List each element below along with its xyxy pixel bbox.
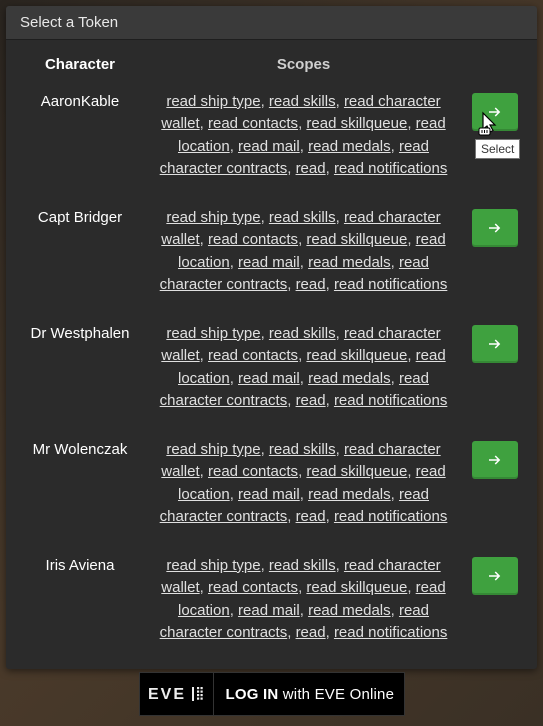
scopes-cell: read ship type, read skills, read charac… xyxy=(144,555,463,645)
eve-logo: EVE xyxy=(140,673,214,715)
select-button[interactable] xyxy=(472,325,518,363)
svg-text:EVE: EVE xyxy=(148,686,186,703)
scope-link[interactable]: read skills xyxy=(269,209,336,226)
arrow-right-icon xyxy=(486,335,504,353)
scope-link[interactable]: read notifications xyxy=(334,276,447,293)
scope-link[interactable]: read notifications xyxy=(334,392,447,409)
table-row: AaronKableread ship type, read skills, r… xyxy=(16,91,527,181)
scope-link[interactable]: read ship type xyxy=(166,441,260,458)
scope-link[interactable]: read notifications xyxy=(334,624,447,641)
table-header: Character Scopes xyxy=(16,54,527,77)
scope-link[interactable]: read mail xyxy=(238,602,300,619)
character-name: Dr Westphalen xyxy=(16,323,144,344)
arrow-right-icon xyxy=(486,567,504,585)
scope-link[interactable]: read contacts xyxy=(208,463,298,480)
scopes-cell: read ship type, read skills, read charac… xyxy=(144,439,463,529)
scope-link[interactable]: read skillqueue xyxy=(306,231,407,248)
login-text: LOG IN with EVE Online xyxy=(214,673,404,715)
scope-link[interactable]: read contacts xyxy=(208,115,298,132)
character-name: Iris Aviena xyxy=(16,555,144,576)
scope-link[interactable]: read skills xyxy=(269,441,336,458)
header-character: Character xyxy=(16,54,144,75)
table-row: Mr Wolenczakread ship type, read skills,… xyxy=(16,439,527,529)
scope-link[interactable]: read mail xyxy=(238,370,300,387)
select-token-modal: Select a Token Character Scopes AaronKab… xyxy=(6,6,537,669)
scope-link[interactable]: read notifications xyxy=(334,160,447,177)
scope-link[interactable]: read mail xyxy=(238,254,300,271)
scope-link[interactable]: read skills xyxy=(269,325,336,342)
scope-link[interactable]: read notifications xyxy=(334,508,447,525)
character-name: Capt Bridger xyxy=(16,207,144,228)
scopes-cell: read ship type, read skills, read charac… xyxy=(144,207,463,297)
scope-link[interactable]: read skills xyxy=(269,557,336,574)
login-with-eve-button[interactable]: EVE LOG IN with EVE Online xyxy=(139,672,405,716)
scope-link[interactable]: read contacts xyxy=(208,347,298,364)
scope-link[interactable]: read skillqueue xyxy=(306,579,407,596)
character-name: Mr Wolenczak xyxy=(16,439,144,460)
modal-title: Select a Token xyxy=(6,6,537,40)
scope-link[interactable]: read medals xyxy=(308,486,391,503)
scope-link[interactable]: read medals xyxy=(308,254,391,271)
scopes-cell: read ship type, read skills, read charac… xyxy=(144,323,463,413)
table-row: Capt Bridgerread ship type, read skills,… xyxy=(16,207,527,297)
select-button[interactable] xyxy=(472,209,518,247)
character-name: AaronKable xyxy=(16,91,144,112)
scope-link[interactable]: read xyxy=(296,392,326,409)
scope-link[interactable]: read contacts xyxy=(208,579,298,596)
scope-link[interactable]: read contacts xyxy=(208,231,298,248)
select-button[interactable] xyxy=(472,557,518,595)
scope-link[interactable]: read ship type xyxy=(166,325,260,342)
table-row: Dr Westphalenread ship type, read skills… xyxy=(16,323,527,413)
scope-link[interactable]: read medals xyxy=(308,138,391,155)
scope-link[interactable]: read xyxy=(296,624,326,641)
header-scopes: Scopes xyxy=(144,54,463,77)
scope-link[interactable]: read medals xyxy=(308,602,391,619)
select-tooltip: Select xyxy=(475,139,520,159)
arrow-right-icon xyxy=(486,219,504,237)
modal-body: Character Scopes AaronKableread ship typ… xyxy=(6,40,537,669)
scope-link[interactable]: read mail xyxy=(238,486,300,503)
scopes-cell: read ship type, read skills, read charac… xyxy=(144,91,463,181)
select-button[interactable] xyxy=(472,441,518,479)
scope-link[interactable]: read mail xyxy=(238,138,300,155)
select-button[interactable] xyxy=(472,93,518,131)
scope-link[interactable]: read medals xyxy=(308,370,391,387)
scope-link[interactable]: read xyxy=(296,508,326,525)
table-row: Iris Avienaread ship type, read skills, … xyxy=(16,555,527,645)
scope-link[interactable]: read ship type xyxy=(166,93,260,110)
scope-link[interactable]: read skillqueue xyxy=(306,463,407,480)
scope-link[interactable]: read ship type xyxy=(166,557,260,574)
scope-link[interactable]: read skills xyxy=(269,93,336,110)
arrow-right-icon xyxy=(486,451,504,469)
scope-link[interactable]: read skillqueue xyxy=(306,115,407,132)
arrow-right-icon xyxy=(486,103,504,121)
scope-link[interactable]: read skillqueue xyxy=(306,347,407,364)
scope-link[interactable]: read ship type xyxy=(166,209,260,226)
scope-link[interactable]: read xyxy=(296,276,326,293)
scope-link[interactable]: read xyxy=(296,160,326,177)
